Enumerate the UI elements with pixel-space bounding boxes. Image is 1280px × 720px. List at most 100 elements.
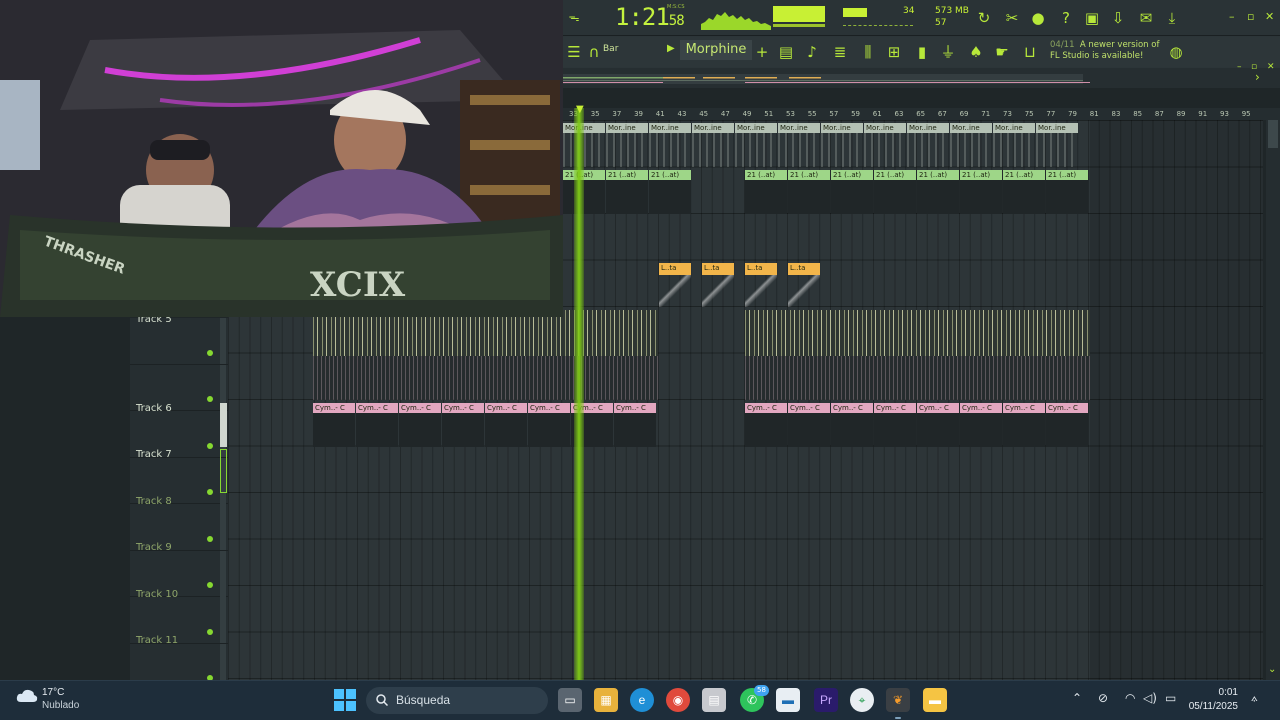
playlist-overview[interactable]: › – ▫ ✕ [563,62,1280,88]
playlist-minimize-button[interactable]: – [1237,62,1242,72]
clip-cymbal[interactable]: Cym..- C [874,403,916,413]
premiere-icon[interactable]: Pr [814,688,838,712]
track-mute-led[interactable] [207,535,213,542]
track-header[interactable]: Track 5 [130,314,228,365]
track-resize-bar[interactable] [220,318,226,364]
render-icon[interactable]: ⇩ [1109,9,1127,27]
clip-morphine[interactable]: Mor..ine [907,123,949,133]
track-mute-led[interactable] [207,442,213,449]
weather-description[interactable]: Nublado [42,700,79,711]
weather-temperature[interactable]: 17°C [42,687,64,698]
network-off-icon[interactable]: ⊘ [1098,691,1108,705]
clip-cymbal[interactable]: Cym..- C [485,403,527,413]
plugin-icon[interactable]: ⊞ [885,43,903,61]
vertical-scroll-thumb[interactable] [1268,120,1278,148]
clip-morphine[interactable]: Mor..ine [778,123,820,133]
track-mute-led[interactable] [207,489,213,495]
app-window-2-icon[interactable]: ▬ [776,688,800,712]
windows-start-icon[interactable] [334,689,356,711]
track-mute-led[interactable] [207,396,213,402]
tray-overflow-icon[interactable]: ⌃ [1072,691,1082,705]
track-header[interactable]: Track 8 [130,457,228,507]
clip-21[interactable]: 21 (..at) [831,170,873,180]
clip-21[interactable]: 21 (..at) [874,170,916,180]
wifi-icon[interactable]: ◠ [1125,691,1135,705]
clip-cymbal[interactable]: Cym..- C [1003,403,1045,413]
pattern-selector[interactable]: Morphine [680,40,752,60]
clip-21[interactable]: 21 (..at) [563,170,605,180]
file-explorer-icon[interactable]: ▬ [923,688,947,712]
tempo-icon[interactable]: ♠ [967,43,985,61]
clip-cymbal[interactable]: Cym..- C [614,403,656,413]
notification-icon[interactable]: ⟑ [1251,691,1258,705]
track-header[interactable]: Track 11 [130,597,228,646]
clip-morphine[interactable]: Mor..ine [1036,123,1078,133]
track-mute-led[interactable] [207,349,213,356]
taskbar-search-box[interactable]: Búsqueda [366,687,548,714]
clip-21[interactable]: 21 (..at) [1046,170,1088,180]
track-mute-led[interactable] [207,582,213,588]
browser-icon[interactable]: ▤ [777,43,795,61]
volume-icon[interactable]: ◁) [1143,691,1157,705]
clip-cymbal[interactable]: Cym..- C [745,403,787,413]
clip-morphine[interactable]: Mor..ine [864,123,906,133]
track-resize-bar[interactable] [220,504,226,550]
clip-morphine[interactable]: Mor..ine [993,123,1035,133]
maps-icon[interactable]: ⌖ [850,688,874,712]
battery-icon[interactable]: ▭ [1165,691,1176,705]
clip-21[interactable]: 21 (..at) [606,170,648,180]
clip-morphine[interactable]: Mor..ine [821,123,863,133]
track-header[interactable]: Track 10 [130,550,228,600]
clip-cymbal[interactable]: Cym..- C [960,403,1002,413]
track-header[interactable]: Track 6 [130,364,228,414]
clip-cymbal[interactable]: Cym..- C [917,403,959,413]
save-icon[interactable]: ▣ [1083,9,1101,27]
clip-morphine[interactable]: Mor..ine [606,123,648,133]
close-button[interactable]: ✕ [1265,10,1274,23]
cloud-icon[interactable] [16,689,38,703]
edge-icon[interactable]: e [630,688,654,712]
fl-logo-icon[interactable]: ᯓ [565,9,583,27]
fl-studio-icon[interactable]: ❦ [886,688,910,712]
clip-cymbal[interactable]: Cym..- C [528,403,570,413]
clip-lta[interactable]: L..ta [659,263,691,275]
magnet-icon[interactable]: ∩ [585,43,603,61]
cart-icon[interactable]: ⊔ [1021,43,1039,61]
track-scroll-thumb[interactable] [220,403,227,447]
scroll-right-icon[interactable]: › [1255,70,1260,84]
chat-icon[interactable]: ✉ [1137,9,1155,27]
clip-21[interactable]: 21 (..at) [745,170,787,180]
pattern-arrow-icon[interactable]: ▶ [667,43,675,54]
track-resize-bar[interactable] [220,597,226,643]
cut-icon[interactable]: ✂ [1003,9,1021,27]
track-resize-bar[interactable] [220,550,226,597]
playhead-marker-icon[interactable]: ▼ [576,104,584,115]
clip-morphine[interactable]: Mor..ine [735,123,777,133]
clip-cymbal[interactable]: Cym..- C [1046,403,1088,413]
overview-scrollbar[interactable] [563,68,1253,88]
clip-21[interactable]: 21 (..at) [1003,170,1045,180]
clip-cymbal[interactable]: Cym..- C [356,403,398,413]
clip-lta[interactable]: L..ta [788,263,820,275]
microphone-icon[interactable]: ● [1029,9,1047,27]
clip-lta[interactable]: L..ta [745,263,777,275]
clip-21[interactable]: 21 (..at) [960,170,1002,180]
timeline-ruler[interactable]: 3335373941434547495153555759616365676971… [563,108,1267,120]
task-view-icon[interactable]: ▭ [558,688,582,712]
scroll-down-icon[interactable]: ⌄ [1268,664,1276,675]
playlist-vertical-scrollbar[interactable]: ⌄ [1266,108,1280,680]
project-icon[interactable]: ▮ [913,43,931,61]
track-header[interactable]: Track 7 [130,411,228,460]
playlist-maximize-button[interactable]: ▫ [1251,62,1257,72]
clip-cymbal[interactable]: Cym..- C [313,403,355,413]
hint-panel[interactable]: 04/11 A newer version of FL Studio is av… [1050,40,1159,62]
plug-icon[interactable]: ⏚ [939,43,957,61]
clip-morphine[interactable]: Mor..ine [649,123,691,133]
clip-21[interactable]: 21 (..at) [788,170,830,180]
chrome-icon[interactable]: ◉ [666,688,690,712]
clip-21[interactable]: 21 (..at) [649,170,691,180]
playlist-menu-icon[interactable]: ☰ [565,43,583,61]
channel-rack-icon[interactable]: ≣ [831,43,849,61]
clip-morphine[interactable]: Mor..ine [563,123,605,133]
playhead[interactable] [574,108,584,680]
